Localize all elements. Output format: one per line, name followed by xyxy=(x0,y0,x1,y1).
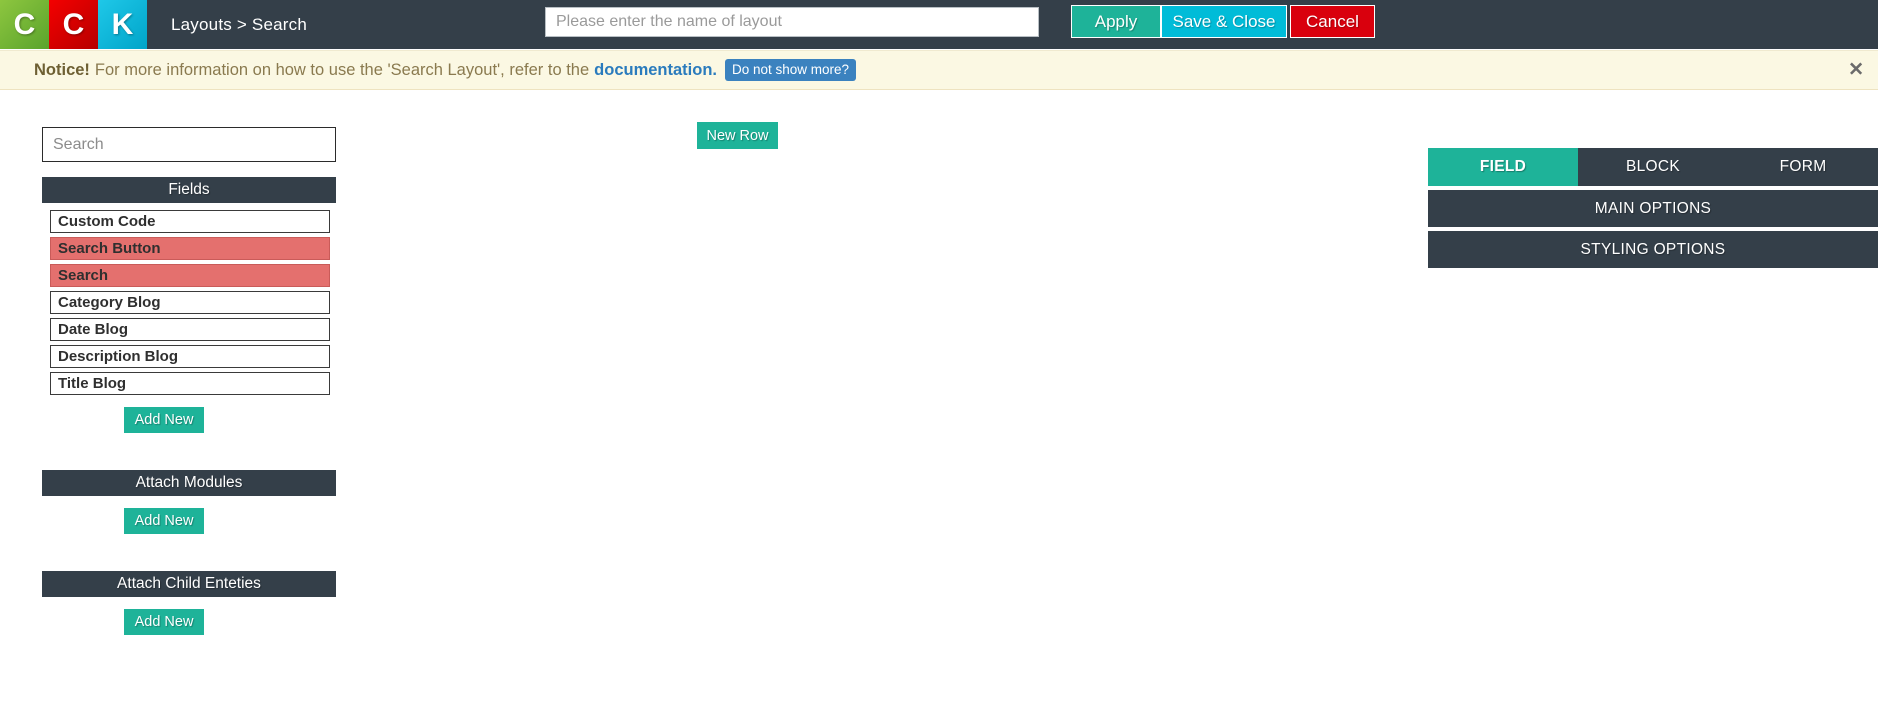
list-item[interactable]: Search xyxy=(50,264,330,287)
layout-name-input[interactable] xyxy=(545,7,1039,37)
attach-modules-header: Attach Modules xyxy=(42,470,336,496)
notice-message: For more information on how to use the '… xyxy=(94,60,590,79)
breadcrumb: Layouts > Search xyxy=(171,14,307,34)
top-toolbar: C C K Layouts > Search Apply Save & Clos… xyxy=(0,0,1878,49)
list-item[interactable]: Custom Code xyxy=(50,210,330,233)
app-logo[interactable]: C C K xyxy=(0,0,147,49)
new-row-button[interactable]: New Row xyxy=(697,122,778,149)
list-item[interactable]: Search Button xyxy=(50,237,330,260)
list-item[interactable]: Description Blog xyxy=(50,345,330,368)
logo-tile-k: K xyxy=(98,0,147,49)
close-icon[interactable]: ✕ xyxy=(1848,61,1864,80)
notice-label: Notice! xyxy=(34,60,90,79)
add-new-child-entity-button[interactable]: Add New xyxy=(124,609,204,635)
styling-options-section[interactable]: STYLING OPTIONS xyxy=(1428,231,1878,268)
add-new-field-button[interactable]: Add New xyxy=(124,407,204,433)
tab-block[interactable]: BLOCK xyxy=(1578,148,1728,186)
notice-text: Notice! For more information on how to u… xyxy=(34,58,857,82)
fields-list: Custom Code Search Button Search Categor… xyxy=(50,210,340,395)
logo-tile-c1: C xyxy=(0,0,49,49)
right-options-panel: FIELD BLOCK FORM MAIN OPTIONS STYLING OP… xyxy=(1428,148,1878,268)
cancel-button[interactable]: Cancel xyxy=(1290,5,1375,38)
tab-form[interactable]: FORM xyxy=(1728,148,1878,186)
do-not-show-more-button[interactable]: Do not show more? xyxy=(725,58,857,82)
search-input[interactable] xyxy=(42,127,336,162)
add-new-module-button[interactable]: Add New xyxy=(124,508,204,534)
documentation-link[interactable]: documentation. xyxy=(594,61,717,80)
apply-button[interactable]: Apply xyxy=(1071,5,1161,38)
list-item[interactable]: Title Blog xyxy=(50,372,330,395)
notice-banner: Notice! For more information on how to u… xyxy=(0,50,1878,90)
fields-section-header: Fields xyxy=(42,177,336,203)
panel-tabs: FIELD BLOCK FORM xyxy=(1428,148,1878,186)
attach-child-entities-header: Attach Child Enteties xyxy=(42,571,336,597)
main-options-section[interactable]: MAIN OPTIONS xyxy=(1428,190,1878,227)
layout-canvas[interactable]: New Row xyxy=(340,100,1428,718)
logo-tile-c2: C xyxy=(49,0,98,49)
tab-field[interactable]: FIELD xyxy=(1428,148,1578,186)
left-sidebar: Fields Custom Code Search Button Search … xyxy=(0,100,340,635)
list-item[interactable]: Date Blog xyxy=(50,318,330,341)
save-and-close-button[interactable]: Save & Close xyxy=(1161,5,1287,38)
list-item[interactable]: Category Blog xyxy=(50,291,330,314)
